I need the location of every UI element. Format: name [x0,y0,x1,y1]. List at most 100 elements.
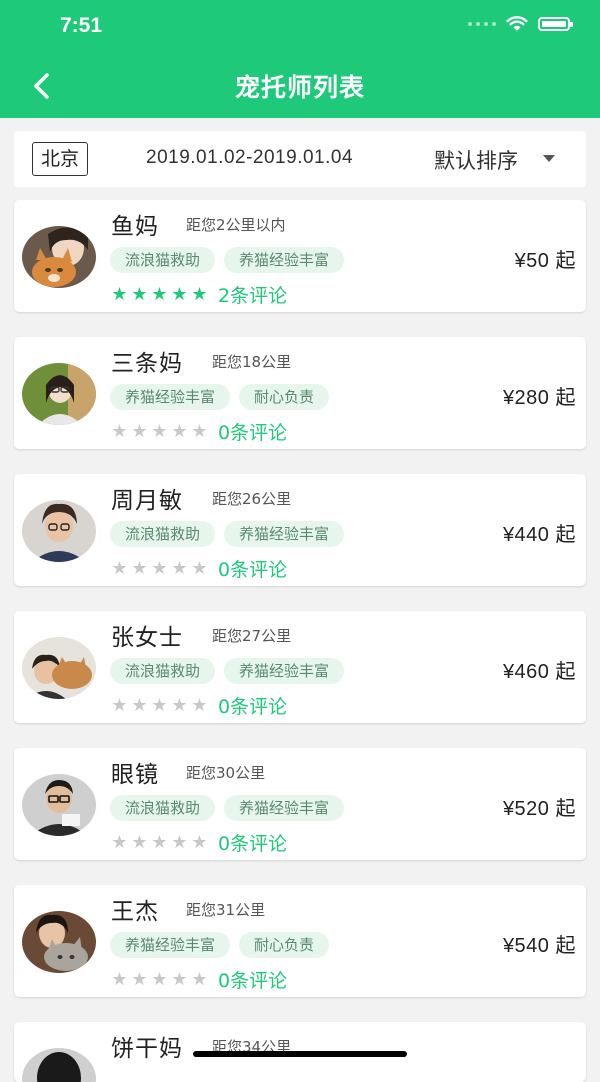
star-icon: ★ [151,557,168,579]
tag-list: 流浪猫救助 养猫经验丰富 [110,247,345,273]
star-icon: ★ [151,968,168,990]
sitter-distance: 距您27公里 [212,627,292,645]
caret-down-icon[interactable] [543,155,555,162]
star-rating: ★ ★ ★ ★ ★ [111,694,208,716]
star-icon: ★ [171,557,188,579]
rating-row: ★ ★ ★ ★ ★ 0条评论 [111,692,287,719]
tag: 流浪猫救助 [110,658,216,684]
star-icon: ★ [171,694,188,716]
sitter-price: ¥280 起 [502,387,576,409]
sitter-card[interactable]: 张女士 距您27公里 流浪猫救助 养猫经验丰富 ★ ★ ★ ★ ★ 0条评论 ¥460 … [14,611,586,723]
star-icon: ★ [191,831,208,853]
avatar [22,1048,96,1082]
rating-row: ★ ★ ★ ★ ★ 0条评论 [111,418,287,445]
star-icon: ★ [171,283,188,305]
review-count-link[interactable]: 0条评论 [218,966,287,993]
star-icon: ★ [191,968,208,990]
sitter-price: ¥520 起 [502,798,576,820]
sitter-name: 鱼妈 [111,214,159,240]
sitter-name: 饼干妈 [111,1036,183,1062]
tag: 流浪猫救助 [110,521,216,547]
review-count-link[interactable]: 0条评论 [218,555,287,582]
page-title: 宠托师列表 [234,73,365,102]
tag: 流浪猫救助 [110,795,216,821]
review-count-link[interactable]: 2条评论 [218,281,287,308]
sitter-distance: 距您30公里 [186,764,266,782]
star-icon: ★ [171,420,188,442]
nav-header: 7:51 宠托师列表 [0,0,600,118]
star-icon: ★ [131,557,148,579]
tag: 耐心负责 [239,932,330,958]
star-icon: ★ [171,968,188,990]
tag: 流浪猫救助 [110,247,216,273]
star-icon: ★ [191,420,208,442]
tag: 养猫经验丰富 [224,795,345,821]
wifi-icon [506,16,528,31]
tag-list: 养猫经验丰富 耐心负责 [110,384,330,410]
star-rating: ★ ★ ★ ★ ★ [111,283,208,305]
sitter-name: 眼镜 [111,762,159,788]
review-count-link[interactable]: 0条评论 [218,418,287,445]
star-icon: ★ [151,420,168,442]
star-icon: ★ [111,420,128,442]
avatar [22,774,96,836]
sitter-card[interactable]: 鱼妈 距您2公里以内 流浪猫救助 养猫经验丰富 ★ ★ ★ ★ ★ 2条评论 ¥50 起 [14,200,586,312]
tag-list: 流浪猫救助 养猫经验丰富 [110,795,345,821]
rating-row: ★ ★ ★ ★ ★ 0条评论 [111,829,287,856]
date-range-selector[interactable]: 2019.01.02-2019.01.04 [146,147,353,169]
star-icon: ★ [171,831,188,853]
avatar [22,637,96,699]
star-rating: ★ ★ ★ ★ ★ [111,557,208,579]
rating-row: ★ ★ ★ ★ ★ 0条评论 [111,555,287,582]
star-icon: ★ [131,831,148,853]
status-icons [468,16,573,32]
tag: 养猫经验丰富 [110,932,231,958]
star-icon: ★ [111,557,128,579]
star-icon: ★ [191,283,208,305]
sitter-card[interactable]: 三条妈 距您18公里 养猫经验丰富 耐心负责 ★ ★ ★ ★ ★ 0条评论 ¥280 起 [14,337,586,449]
avatar [22,226,96,288]
sitter-name: 周月敏 [111,488,183,514]
sitter-card[interactable]: 周月敏 距您26公里 流浪猫救助 养猫经验丰富 ★ ★ ★ ★ ★ 0条评论 ¥440 … [14,474,586,586]
star-icon: ★ [191,694,208,716]
sitter-card[interactable]: 王杰 距您31公里 养猫经验丰富 耐心负责 ★ ★ ★ ★ ★ 0条评论 ¥540 起 [14,885,586,997]
sitter-distance: 距您2公里以内 [186,216,286,234]
signal-icon [468,22,496,26]
star-icon: ★ [131,420,148,442]
sitter-price: ¥50 起 [514,250,576,272]
star-rating: ★ ★ ★ ★ ★ [111,968,208,990]
tag-list: 流浪猫救助 养猫经验丰富 [110,658,345,684]
tag: 养猫经验丰富 [224,658,345,684]
avatar [22,911,96,973]
sitter-distance: 距您26公里 [212,490,292,508]
review-count-link[interactable]: 0条评论 [218,692,287,719]
star-icon: ★ [131,968,148,990]
star-icon: ★ [151,694,168,716]
tag: 养猫经验丰富 [110,384,231,410]
review-count-link[interactable]: 0条评论 [218,829,287,856]
sitter-distance: 距您31公里 [186,901,266,919]
star-icon: ★ [151,283,168,305]
star-icon: ★ [111,831,128,853]
city-selector[interactable]: 北京 [32,142,88,176]
avatar [22,500,96,562]
tag: 耐心负责 [239,384,330,410]
star-icon: ★ [131,694,148,716]
star-rating: ★ ★ ★ ★ ★ [111,420,208,442]
sitter-price: ¥440 起 [502,524,576,546]
sitter-distance: 距您18公里 [212,353,292,371]
home-indicator [193,1051,407,1057]
status-time: 7:51 [60,14,103,37]
rating-row: ★ ★ ★ ★ ★ 0条评论 [111,966,287,993]
tag-list: 养猫经验丰富 耐心负责 [110,932,330,958]
sort-dropdown[interactable]: 默认排序 [434,145,518,175]
sitter-name: 三条妈 [111,351,183,377]
tag: 养猫经验丰富 [224,521,345,547]
star-icon: ★ [111,694,128,716]
tag-list: 流浪猫救助 养猫经验丰富 [110,521,345,547]
sitter-card[interactable]: 眼镜 距您30公里 流浪猫救助 养猫经验丰富 ★ ★ ★ ★ ★ 0条评论 ¥520 起 [14,748,586,860]
star-icon: ★ [111,283,128,305]
tag: 养猫经验丰富 [224,247,345,273]
star-icon: ★ [131,283,148,305]
avatar [22,363,96,425]
